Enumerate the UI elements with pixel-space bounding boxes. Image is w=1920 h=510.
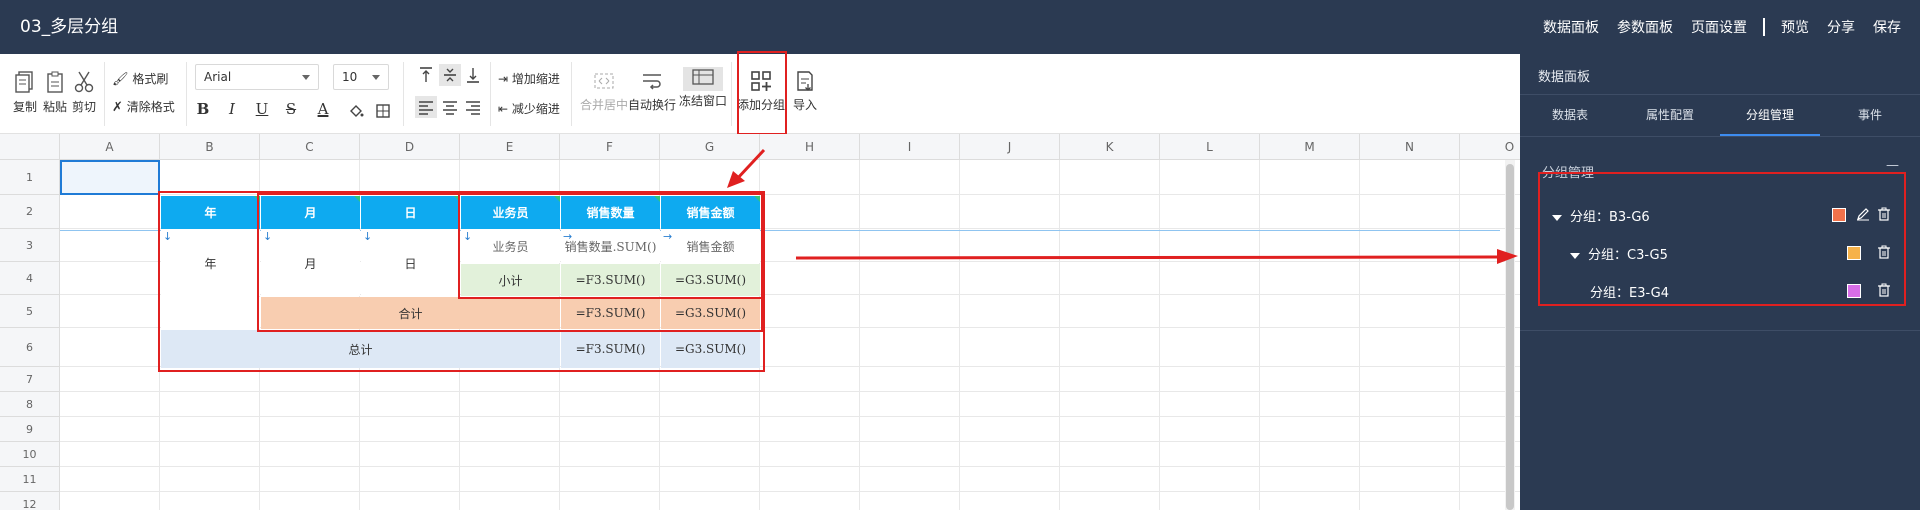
arrow-head [1497, 249, 1518, 264]
arrow-to-group-panel [795, 255, 1499, 260]
right-panel: 数据面板 数据表 属性配置 分组管理 事件 分组管理 — 分组：B3-G6 分组… [1520, 54, 1920, 510]
collapse-icon[interactable]: — [1886, 158, 1899, 173]
panel-divider [1520, 330, 1920, 331]
tab-group-management[interactable]: 分组管理 [1720, 106, 1820, 123]
tab-data-table[interactable]: 数据表 [1520, 106, 1620, 123]
panel-divider [1520, 136, 1920, 137]
tab-properties[interactable]: 属性配置 [1620, 106, 1720, 123]
panel-title: 数据面板 [1538, 70, 1591, 85]
panel-divider [1520, 94, 1920, 95]
arrow-to-add-group [734, 148, 766, 182]
group-panel-highlight [1538, 172, 1906, 306]
tab-events[interactable]: 事件 [1820, 106, 1920, 123]
